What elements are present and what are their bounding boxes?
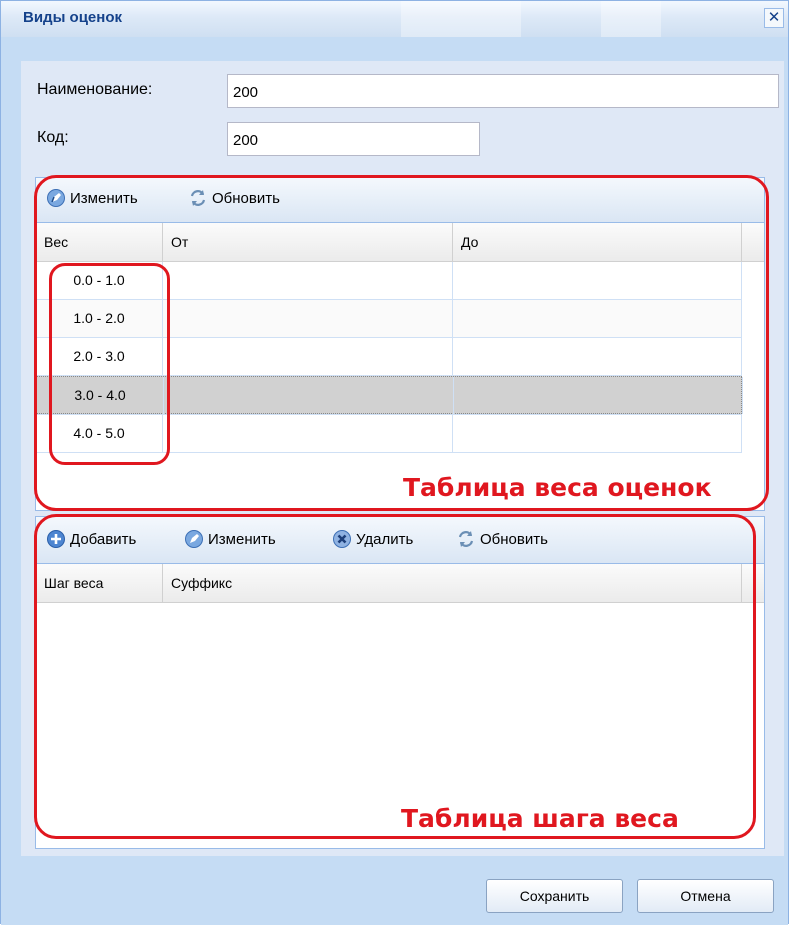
add-icon: [47, 530, 65, 548]
from-cell: [163, 262, 453, 299]
to-cell: [453, 262, 742, 299]
from-cell: [163, 300, 453, 337]
weight-table-header: Вес От До: [36, 223, 764, 262]
from-cell: [164, 377, 454, 414]
from-cell: [163, 338, 453, 375]
to-cell: [454, 377, 743, 414]
row-divider: [36, 452, 742, 453]
step-edit-label: Изменить: [208, 530, 276, 548]
step-delete-label: Удалить: [356, 530, 414, 548]
weight-cell: 0.0 - 1.0: [36, 262, 163, 299]
step-edit-button[interactable]: Изменить: [184, 529, 276, 549]
title-bar-decoration: [401, 1, 521, 37]
to-cell: [453, 338, 742, 375]
step-toolbar: Добавить Изменить Удалить Обновить: [36, 517, 764, 564]
step-table-panel: Добавить Изменить Удалить Обновить Шаг в…: [35, 516, 765, 849]
dialog-title: Виды оценок: [23, 9, 123, 26]
table-row[interactable]: 1.0 - 2.0: [36, 300, 742, 338]
column-header-to[interactable]: До: [453, 223, 742, 261]
step-add-button[interactable]: Добавить: [46, 529, 136, 549]
dialog-window: Виды оценок ✕ Наименование: 200 Код: 200…: [0, 0, 789, 925]
column-header-step[interactable]: Шаг веса: [36, 564, 163, 602]
delete-icon: [333, 530, 351, 548]
refresh-icon: [190, 190, 206, 206]
cancel-button[interactable]: Отмена: [637, 879, 774, 913]
table-row[interactable]: 4.0 - 5.0: [36, 415, 742, 453]
to-cell: [453, 300, 742, 337]
weight-refresh-button[interactable]: Обновить: [188, 188, 280, 208]
weight-edit-label: Изменить: [70, 189, 138, 207]
from-cell: [163, 415, 453, 452]
weight-cell: 1.0 - 2.0: [36, 300, 163, 337]
code-field[interactable]: 200: [227, 122, 480, 156]
edit-icon: [47, 189, 65, 207]
weight-toolbar: Изменить Обновить: [36, 178, 764, 223]
save-button[interactable]: Сохранить: [486, 879, 623, 913]
name-label: Наименование:: [37, 81, 153, 98]
step-add-label: Добавить: [70, 530, 137, 548]
name-field[interactable]: 200: [227, 74, 779, 108]
table-row[interactable]: 0.0 - 1.0: [36, 262, 742, 300]
title-bar-decoration: [601, 1, 661, 37]
column-header-from[interactable]: От: [163, 223, 453, 261]
step-table-header: Шаг веса Суффикс: [36, 564, 764, 603]
weight-cell: 4.0 - 5.0: [36, 415, 163, 452]
step-refresh-label: Обновить: [480, 530, 548, 548]
close-icon: ✕: [767, 9, 781, 26]
weight-table-panel: Изменить Обновить Вес От До 0.0 - 1.0 1.…: [35, 177, 765, 511]
step-refresh-button[interactable]: Обновить: [456, 529, 548, 549]
table-row[interactable]: 2.0 - 3.0: [36, 338, 742, 376]
weight-refresh-label: Обновить: [212, 189, 280, 207]
refresh-icon: [458, 531, 474, 547]
step-delete-button[interactable]: Удалить: [332, 529, 413, 549]
weight-cell: 3.0 - 4.0: [37, 377, 164, 414]
table-row-selected[interactable]: 3.0 - 4.0: [36, 376, 743, 414]
weight-edit-button[interactable]: Изменить: [46, 188, 138, 208]
column-header-weight[interactable]: Вес: [36, 223, 163, 261]
weight-cell: 2.0 - 3.0: [36, 338, 163, 375]
column-header-suffix[interactable]: Суффикс: [163, 564, 742, 602]
weight-table-annotation-label: Таблица веса оценок: [403, 473, 712, 502]
step-table-annotation-label: Таблица шага веса: [401, 804, 679, 833]
to-cell: [453, 415, 742, 452]
title-bar[interactable]: Виды оценок ✕: [1, 1, 788, 37]
code-label: Код:: [37, 129, 69, 146]
close-button[interactable]: ✕: [764, 8, 784, 28]
edit-icon: [185, 530, 203, 548]
